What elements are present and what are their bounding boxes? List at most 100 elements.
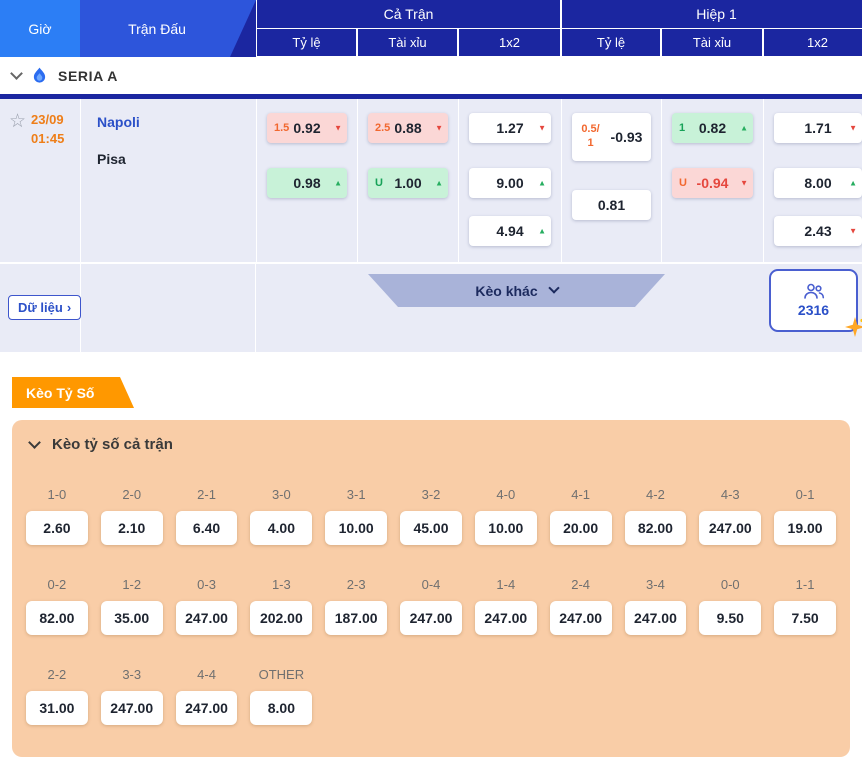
header-full-overunder: Tài xỉu — [357, 29, 458, 57]
trend-up-icon: ▲ — [849, 179, 857, 188]
more-odds-label: Kèo khác — [475, 283, 537, 299]
score-odds-button[interactable]: 247.00 — [176, 691, 238, 725]
sparkle-icon — [845, 317, 862, 337]
chevron-down-icon[interactable] — [10, 67, 23, 80]
header-half-overunder: Tài xỉu — [661, 29, 763, 57]
score-odds-button[interactable]: 31.00 — [26, 691, 88, 725]
score-odds-button[interactable]: 247.00 — [699, 511, 761, 545]
odds-value: 9.00 — [496, 175, 523, 191]
score-odds-item: 0-4 247.00 — [400, 577, 462, 635]
trend-up-icon: ▲ — [435, 179, 443, 188]
more-odds-button[interactable]: Kèo khác — [368, 274, 665, 307]
score-label: 3-0 — [250, 487, 312, 502]
half-overunder-odds-over[interactable]: 1 0.82 ▲ — [672, 113, 753, 143]
score-label: 1-0 — [26, 487, 88, 502]
score-odds-item: 1-0 2.60 — [26, 487, 88, 545]
tab-score-odds-label: Kèo Tỷ Số — [26, 385, 94, 401]
score-odds-item: 3-245.00 — [400, 487, 462, 545]
score-odds-item: 2-02.10 — [101, 487, 163, 545]
half-overunder-odds-under[interactable]: U -0.94 ▼ — [672, 168, 753, 198]
score-odds-button[interactable]: 247.00 — [101, 691, 163, 725]
trend-down-icon: ▼ — [849, 124, 857, 133]
trend-down-icon: ▼ — [849, 227, 857, 236]
score-odds-button[interactable]: 247.00 — [550, 601, 612, 635]
score-odds-button[interactable]: 10.00 — [325, 511, 387, 545]
score-odds-button[interactable]: 19.00 — [774, 511, 836, 545]
score-odds-panel: Kèo tỷ số cả trận 1-0 2.60 2-02.10 2-1 6.4… — [12, 420, 850, 757]
score-odds-item: 2-3187.00 — [325, 577, 387, 635]
chevron-down-icon — [548, 282, 559, 293]
full-handicap-odds-2[interactable]: 0.98 ▲ — [267, 168, 347, 198]
score-odds-button[interactable]: 247.00 — [176, 601, 238, 635]
score-odds-button[interactable]: 247.00 — [625, 601, 687, 635]
score-label: 1-1 — [774, 577, 836, 592]
score-odds-button[interactable]: 187.00 — [325, 601, 387, 635]
odds-value: 2.43 — [804, 223, 831, 239]
odds-value: 0.88 — [394, 120, 421, 136]
score-label: 4-1 — [550, 487, 612, 502]
viewers-box[interactable]: 2316 — [769, 269, 858, 332]
score-odds-item: 4-4247.00 — [176, 667, 238, 725]
half-handicap-odds-1[interactable]: 0.5/1 -0.93 — [572, 113, 651, 161]
full-handicap-odds-1[interactable]: 1.5 0.92 ▼ — [267, 113, 347, 143]
full-1x2-draw-odds[interactable]: 9.00 ▲ — [469, 168, 551, 198]
tab-score-odds[interactable]: Kèo Tỷ Số — [12, 377, 134, 408]
favorite-star-icon[interactable]: ☆ — [9, 112, 26, 262]
score-odds-button[interactable]: 4.00 — [250, 511, 312, 545]
header-match-col: Trận Đấu — [80, 0, 256, 57]
score-odds-item: 1-3202.00 — [250, 577, 312, 635]
odds-table-header: Giờ Trận Đấu Cả Trận Hiệp 1 Tỷ lệ Tài xỉ… — [0, 0, 862, 57]
data-button-label: Dữ liệu — [18, 300, 63, 315]
score-odds-button[interactable]: 8.00 — [250, 691, 312, 725]
score-odds-button[interactable]: 2.10 — [101, 511, 163, 545]
match-actions-row: Dữ liệu › Kèo khác 2316 — [0, 262, 862, 352]
score-odds-button[interactable]: 2.60 — [26, 511, 88, 545]
full-1x2-col: 1.27 ▼ 9.00 ▲ 4.94 ▲ — [458, 99, 561, 262]
score-odds-button[interactable]: 82.00 — [26, 601, 88, 635]
odds-value: 1.27 — [496, 120, 523, 136]
score-label: OTHER — [250, 667, 312, 682]
full-overunder-odds-under[interactable]: U 1.00 ▲ — [368, 168, 448, 198]
score-label: 2-1 — [176, 487, 238, 502]
score-odds-button[interactable]: 82.00 — [625, 511, 687, 545]
score-label: 0-4 — [400, 577, 462, 592]
score-odds-button[interactable]: 45.00 — [400, 511, 462, 545]
score-odds-button[interactable]: 6.40 — [176, 511, 238, 545]
full-1x2-home-odds[interactable]: 1.27 ▼ — [469, 113, 551, 143]
match-teams-cell[interactable]: Napoli Pisa — [80, 99, 256, 262]
score-label: 4-2 — [625, 487, 687, 502]
full-1x2-away-odds[interactable]: 4.94 ▲ — [469, 216, 551, 246]
score-odds-button[interactable]: 9.50 — [699, 601, 761, 635]
score-odds-button[interactable]: 7.50 — [774, 601, 836, 635]
score-odds-button[interactable]: 10.00 — [475, 511, 537, 545]
score-label: 0-1 — [774, 487, 836, 502]
score-label: 3-1 — [325, 487, 387, 502]
half-1x2-draw-odds[interactable]: 8.00 ▲ — [774, 168, 862, 198]
score-odds-button[interactable]: 247.00 — [400, 601, 462, 635]
score-odds-button[interactable]: 35.00 — [101, 601, 163, 635]
league-name: SERIA A — [58, 68, 118, 84]
half-1x2-away-odds[interactable]: 2.43 ▼ — [774, 216, 862, 246]
score-odds-item: 4-010.00 — [475, 487, 537, 545]
score-odds-button[interactable]: 202.00 — [250, 601, 312, 635]
score-odds-item: 4-1 20.00 — [550, 487, 612, 545]
league-header[interactable]: SERIA A — [0, 57, 862, 94]
score-odds-button[interactable]: 20.00 — [550, 511, 612, 545]
half-handicap-odds-2[interactable]: 0.81 — [572, 190, 651, 220]
score-odds-item: 0-3247.00 — [176, 577, 238, 635]
full-overunder-odds-over[interactable]: 2.5 0.88 ▼ — [368, 113, 448, 143]
odds-value: 1.71 — [804, 120, 831, 136]
half-1x2-home-odds[interactable]: 1.71 ▼ — [774, 113, 862, 143]
overunder-line: 2.5 — [375, 122, 390, 134]
score-panel-title: Kèo tỷ số cả trận — [52, 436, 173, 453]
score-panel-header[interactable]: Kèo tỷ số cả trận — [12, 420, 850, 453]
header-full-handicap: Tỷ lệ — [256, 29, 357, 57]
score-odds-button[interactable]: 247.00 — [475, 601, 537, 635]
match-date: 23/09 — [31, 112, 64, 127]
score-label: 3-4 — [625, 577, 687, 592]
score-odds-item: 3-4 247.00 — [625, 577, 687, 635]
viewers-icon — [803, 283, 825, 299]
overunder-line: U — [679, 177, 687, 189]
match-time-cell: ☆ 23/09 01:45 — [0, 99, 80, 262]
data-button[interactable]: Dữ liệu › — [8, 295, 81, 320]
